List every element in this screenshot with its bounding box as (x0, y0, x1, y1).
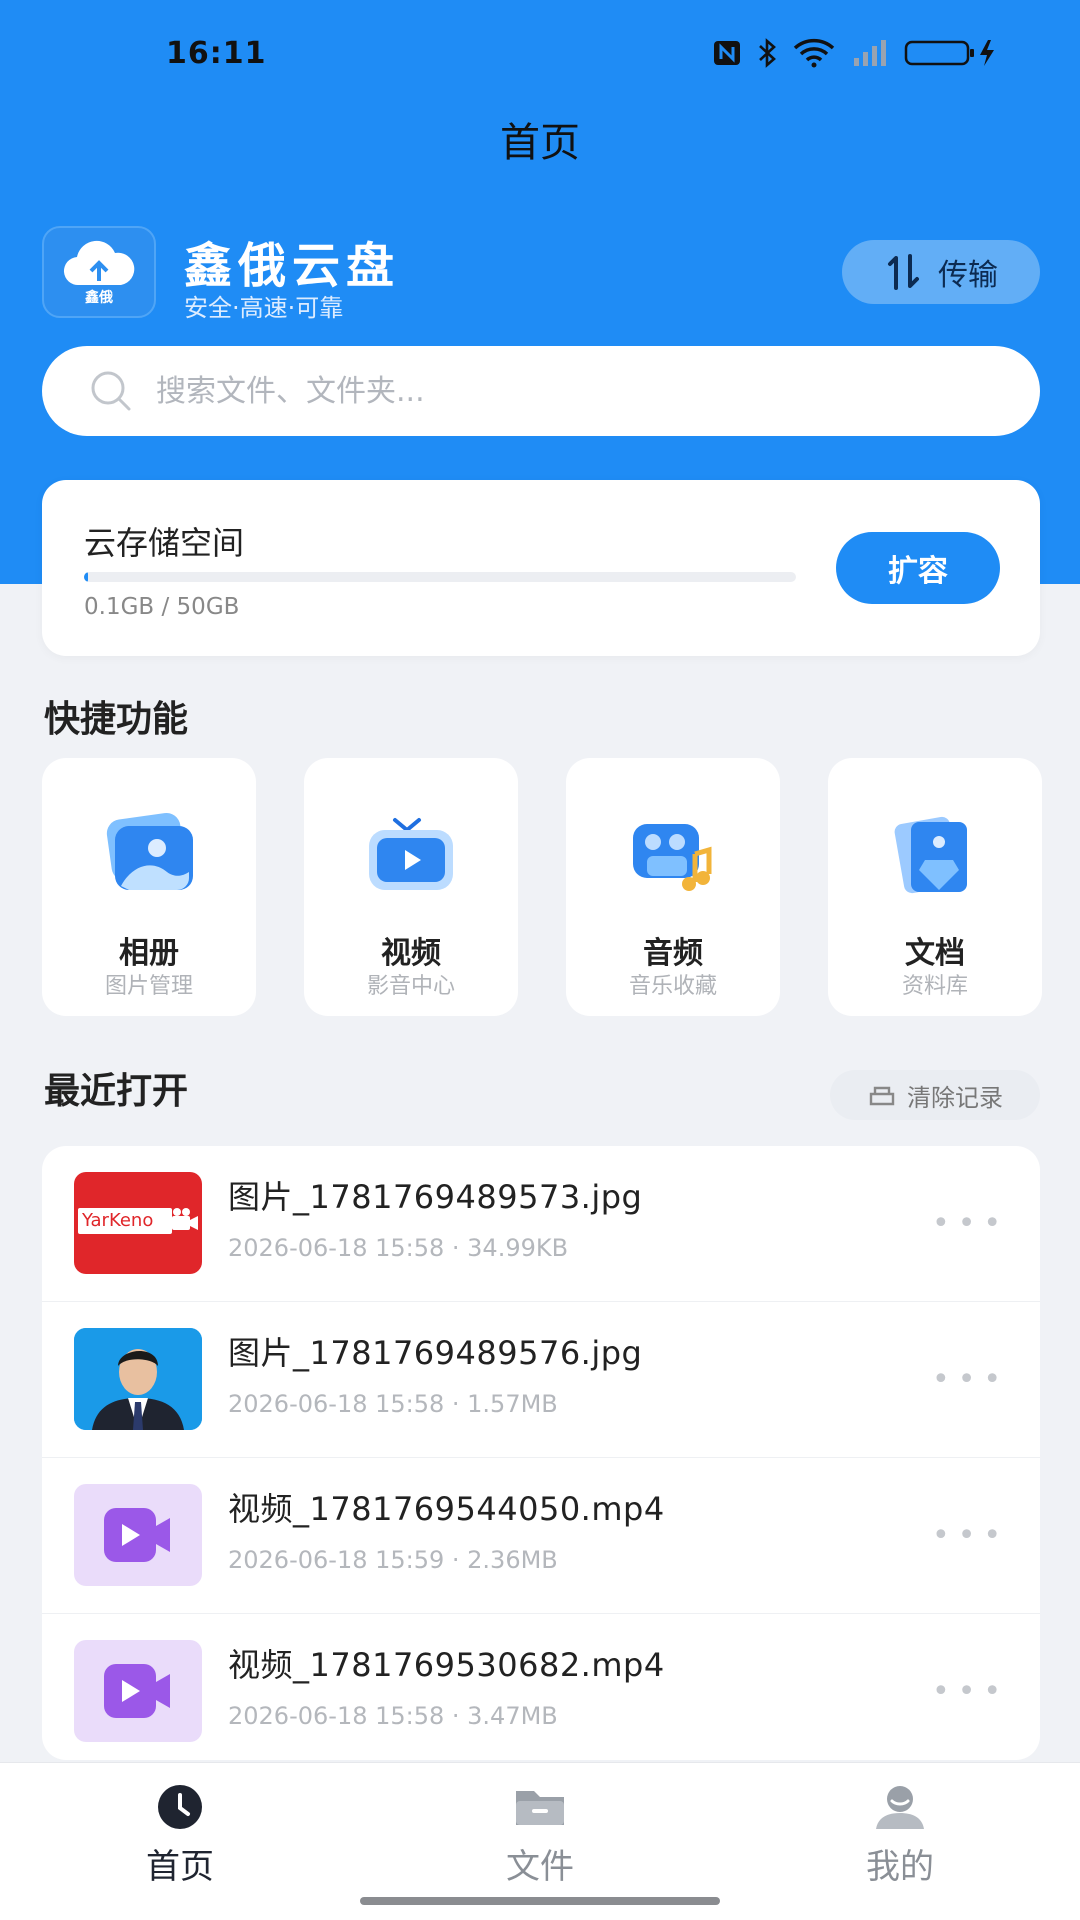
nav-label: 文件 (506, 1847, 574, 1887)
thumb-logo-text: YarKeno (82, 1210, 154, 1231)
file-row[interactable]: 视频_1781769530682.mp4 2026-06-18 15:58 · … (42, 1614, 1040, 1760)
quick-tile-subtitle: 影音中心 (366, 974, 455, 999)
video-file-icon (104, 1508, 170, 1562)
quick-functions-title: 快捷功能 (44, 699, 189, 740)
app-slogan: 安全·高速·可靠 (184, 294, 344, 322)
file-meta: 2026-06-18 15:58 · 1.57MB (228, 1390, 558, 1418)
storage-title: 云存储空间 (84, 524, 245, 562)
music-camera-icon (633, 824, 712, 891)
quick-tile-album[interactable]: 相册 图片管理 (42, 758, 256, 1016)
file-thumbnail: YarKeno (74, 1172, 202, 1274)
file-row[interactable]: YarKeno 图片_1781769489573.jpg 2026-06-18 … (42, 1146, 1040, 1302)
home-indicator (360, 1897, 720, 1905)
document-icon (894, 816, 967, 894)
photo-album-icon (106, 812, 193, 890)
file-thumbnail (74, 1328, 202, 1430)
file-meta: 2026-06-18 15:58 · 34.99KB (228, 1234, 569, 1262)
quick-tile-title: 视频 (381, 936, 441, 971)
cloud-upload-icon (63, 240, 135, 286)
tv-video-icon (369, 818, 453, 890)
user-icon (876, 1786, 924, 1829)
more-options-icon[interactable]: ••• (932, 1362, 1009, 1397)
nav-label: 首页 (146, 1847, 214, 1887)
wifi-icon (792, 38, 836, 68)
battery-icon (904, 38, 1000, 68)
eraser-icon (869, 1086, 895, 1106)
status-icons (712, 38, 1000, 68)
quick-tile-title: 文档 (905, 936, 965, 971)
video-file-icon (104, 1664, 170, 1718)
storage-progress-fill (84, 572, 88, 582)
file-thumbnail (74, 1484, 202, 1586)
quick-tile-video[interactable]: 视频 影音中心 (304, 758, 518, 1016)
clear-history-button[interactable]: 清除记录 (830, 1070, 1040, 1120)
file-thumbnail (74, 1640, 202, 1742)
transfer-arrows-icon (888, 254, 919, 290)
file-row[interactable]: 图片_1781769489576.jpg 2026-06-18 15:58 · … (42, 1302, 1040, 1458)
more-options-icon[interactable]: ••• (932, 1518, 1009, 1553)
page-title: 首页 (500, 120, 580, 166)
folder-icon (516, 1791, 564, 1825)
bluetooth-icon (756, 38, 778, 68)
app-name: 鑫俄云盘 (184, 238, 401, 294)
file-name: 视频_1781769544050.mp4 (228, 1490, 665, 1528)
more-options-icon[interactable]: ••• (932, 1206, 1009, 1241)
expand-storage-button[interactable]: 扩容 (836, 532, 1000, 604)
portrait-photo (74, 1328, 202, 1430)
nfc-icon (712, 39, 742, 67)
signal-icon (850, 38, 890, 68)
file-name: 图片_1781769489573.jpg (228, 1178, 643, 1216)
status-bar: 16:11 (0, 0, 1080, 110)
quick-tile-title: 音频 (643, 936, 703, 971)
search-bar[interactable] (42, 346, 1040, 436)
search-input[interactable] (156, 373, 956, 409)
transfer-button[interactable]: 传输 (842, 240, 1040, 304)
file-meta: 2026-06-18 15:59 · 2.36MB (228, 1546, 558, 1574)
file-name: 视频_1781769530682.mp4 (228, 1646, 665, 1684)
recent-title: 最近打开 (44, 1071, 189, 1112)
quick-tile-subtitle: 资料库 (901, 974, 968, 999)
nav-item-files[interactable]: 文件 (440, 1781, 640, 1888)
status-time: 16:11 (166, 36, 267, 71)
quick-tile-audio[interactable]: 音频 音乐收藏 (566, 758, 780, 1016)
nav-item-home[interactable]: 首页 (80, 1781, 280, 1888)
clock-icon (158, 1785, 202, 1829)
storage-progress-bar (84, 572, 796, 582)
file-meta: 2026-06-18 15:58 · 3.47MB (228, 1702, 558, 1730)
file-name: 图片_1781769489576.jpg (228, 1334, 643, 1372)
app-logo-text: 鑫俄 (85, 290, 113, 306)
nav-label: 我的 (866, 1847, 934, 1887)
quick-tile-docs[interactable]: 文档 资料库 (828, 758, 1042, 1016)
search-icon (91, 371, 131, 411)
recent-files-list: YarKeno 图片_1781769489573.jpg 2026-06-18 … (42, 1146, 1040, 1760)
quick-tile-subtitle: 图片管理 (104, 974, 193, 999)
app-logo: 鑫俄 (42, 226, 156, 318)
clear-history-label: 清除记录 (907, 1083, 1003, 1112)
video-camera-icon (172, 1208, 198, 1230)
file-row[interactable]: 视频_1781769544050.mp4 2026-06-18 15:59 · … (42, 1458, 1040, 1614)
storage-usage: 0.1GB / 50GB (84, 594, 240, 620)
quick-tile-title: 相册 (119, 936, 179, 971)
transfer-label: 传输 (938, 258, 998, 293)
nav-item-profile[interactable]: 我的 (800, 1781, 1000, 1888)
more-options-icon[interactable]: ••• (932, 1674, 1009, 1709)
storage-card: 云存储空间 0.1GB / 50GB 扩容 (42, 480, 1040, 656)
quick-tile-subtitle: 音乐收藏 (628, 974, 717, 999)
